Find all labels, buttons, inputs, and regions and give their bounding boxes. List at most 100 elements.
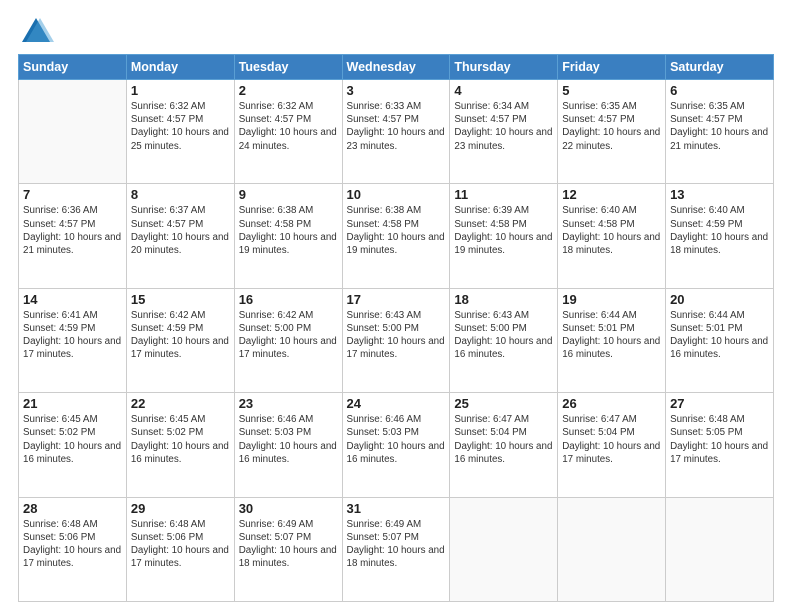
calendar-cell: [19, 80, 127, 184]
day-number: 3: [347, 83, 446, 98]
calendar-cell: 19 Sunrise: 6:44 AM Sunset: 5:01 PM Dayli…: [558, 288, 666, 392]
day-info: Sunrise: 6:48 AM Sunset: 5:05 PM Dayligh…: [670, 413, 769, 466]
day-number: 22: [131, 396, 230, 411]
calendar-cell: 6Sunrise: 6:35 AM Sunset: 4:57 PM Daylig…: [666, 80, 774, 184]
day-info: Sunrise: 6:35 AM Sunset: 4:57 PM Dayligh…: [562, 100, 661, 153]
day-info: Sunrise: 6:43 AM Sunset: 5:00 PM Dayligh…: [454, 309, 553, 362]
week-row-3: 14 Sunrise: 6:41 AM Sunset: 4:59 PM Dayli…: [19, 288, 774, 392]
day-info: Sunrise: 6:37 AM Sunset: 4:57 PM Dayligh…: [131, 204, 230, 257]
logo: [18, 14, 58, 50]
day-info: Sunrise: 6:43 AM Sunset: 5:00 PM Dayligh…: [347, 309, 446, 362]
calendar-cell: 13Sunrise: 6:40 AM Sunset: 4:59 PM Dayli…: [666, 184, 774, 288]
day-number: 21: [23, 396, 122, 411]
day-info: Sunrise: 6:41 AM Sunset: 4:59 PM Dayligh…: [23, 309, 122, 362]
day-info: Sunrise: 6:36 AM Sunset: 4:57 PM Dayligh…: [23, 204, 122, 257]
day-info: Sunrise: 6:35 AM Sunset: 4:57 PM Dayligh…: [670, 100, 769, 153]
weekday-header-wednesday: Wednesday: [342, 55, 450, 80]
day-number: 9: [239, 187, 338, 202]
day-number: 11: [454, 187, 553, 202]
calendar-table: SundayMondayTuesdayWednesdayThursdayFrid…: [18, 54, 774, 602]
day-info: Sunrise: 6:32 AM Sunset: 4:57 PM Dayligh…: [239, 100, 338, 153]
day-number: 14: [23, 292, 122, 307]
calendar-cell: 3Sunrise: 6:33 AM Sunset: 4:57 PM Daylig…: [342, 80, 450, 184]
day-number: 26: [562, 396, 661, 411]
day-info: Sunrise: 6:39 AM Sunset: 4:58 PM Dayligh…: [454, 204, 553, 257]
day-number: 23: [239, 396, 338, 411]
day-info: Sunrise: 6:40 AM Sunset: 4:58 PM Dayligh…: [562, 204, 661, 257]
calendar-cell: 22 Sunrise: 6:45 AM Sunset: 5:02 PM Dayli…: [126, 393, 234, 497]
week-row-2: 7Sunrise: 6:36 AM Sunset: 4:57 PM Daylig…: [19, 184, 774, 288]
day-info: Sunrise: 6:34 AM Sunset: 4:57 PM Dayligh…: [454, 100, 553, 153]
day-info: Sunrise: 6:45 AM Sunset: 5:02 PM Dayligh…: [131, 413, 230, 466]
day-info: Sunrise: 6:47 AM Sunset: 5:04 PM Dayligh…: [562, 413, 661, 466]
day-number: 24: [347, 396, 446, 411]
day-number: 20: [670, 292, 769, 307]
calendar-cell: 4 Sunrise: 6:34 AM Sunset: 4:57 PM Daylig…: [450, 80, 558, 184]
day-number: 27: [670, 396, 769, 411]
day-number: 30: [239, 501, 338, 516]
day-info: Sunrise: 6:38 AM Sunset: 4:58 PM Dayligh…: [347, 204, 446, 257]
day-number: 19: [562, 292, 661, 307]
page: SundayMondayTuesdayWednesdayThursdayFrid…: [0, 0, 792, 612]
day-info: Sunrise: 6:32 AM Sunset: 4:57 PM Dayligh…: [131, 100, 230, 153]
calendar-cell: 17 Sunrise: 6:43 AM Sunset: 5:00 PM Dayli…: [342, 288, 450, 392]
calendar-cell: 14 Sunrise: 6:41 AM Sunset: 4:59 PM Dayli…: [19, 288, 127, 392]
day-number: 12: [562, 187, 661, 202]
calendar-cell: 21 Sunrise: 6:45 AM Sunset: 5:02 PM Dayli…: [19, 393, 127, 497]
weekday-header-friday: Friday: [558, 55, 666, 80]
day-number: 15: [131, 292, 230, 307]
calendar-cell: 29Sunrise: 6:48 AM Sunset: 5:06 PM Dayli…: [126, 497, 234, 601]
day-info: Sunrise: 6:44 AM Sunset: 5:01 PM Dayligh…: [562, 309, 661, 362]
day-info: Sunrise: 6:45 AM Sunset: 5:02 PM Dayligh…: [23, 413, 122, 466]
calendar-cell: 31 Sunrise: 6:49 AM Sunset: 5:07 PM Dayli…: [342, 497, 450, 601]
day-info: Sunrise: 6:47 AM Sunset: 5:04 PM Dayligh…: [454, 413, 553, 466]
day-info: Sunrise: 6:46 AM Sunset: 5:03 PM Dayligh…: [239, 413, 338, 466]
calendar-cell: 24 Sunrise: 6:46 AM Sunset: 5:03 PM Dayli…: [342, 393, 450, 497]
calendar-cell: 20 Sunrise: 6:44 AM Sunset: 5:01 PM Dayli…: [666, 288, 774, 392]
day-info: Sunrise: 6:49 AM Sunset: 5:07 PM Dayligh…: [239, 518, 338, 571]
day-info: Sunrise: 6:44 AM Sunset: 5:01 PM Dayligh…: [670, 309, 769, 362]
calendar-cell: 30 Sunrise: 6:49 AM Sunset: 5:07 PM Dayli…: [234, 497, 342, 601]
day-number: 1: [131, 83, 230, 98]
logo-icon: [18, 14, 54, 50]
day-info: Sunrise: 6:49 AM Sunset: 5:07 PM Dayligh…: [347, 518, 446, 571]
calendar-cell: 2 Sunrise: 6:32 AM Sunset: 4:57 PM Daylig…: [234, 80, 342, 184]
calendar-cell: 5 Sunrise: 6:35 AM Sunset: 4:57 PM Daylig…: [558, 80, 666, 184]
weekday-header-thursday: Thursday: [450, 55, 558, 80]
calendar-cell: 8 Sunrise: 6:37 AM Sunset: 4:57 PM Daylig…: [126, 184, 234, 288]
day-info: Sunrise: 6:42 AM Sunset: 4:59 PM Dayligh…: [131, 309, 230, 362]
day-number: 10: [347, 187, 446, 202]
calendar-cell: 27 Sunrise: 6:48 AM Sunset: 5:05 PM Dayli…: [666, 393, 774, 497]
week-row-4: 21 Sunrise: 6:45 AM Sunset: 5:02 PM Dayli…: [19, 393, 774, 497]
day-number: 8: [131, 187, 230, 202]
day-number: 28: [23, 501, 122, 516]
day-info: Sunrise: 6:46 AM Sunset: 5:03 PM Dayligh…: [347, 413, 446, 466]
calendar-cell: 7Sunrise: 6:36 AM Sunset: 4:57 PM Daylig…: [19, 184, 127, 288]
day-number: 31: [347, 501, 446, 516]
day-number: 4: [454, 83, 553, 98]
calendar-cell: 1 Sunrise: 6:32 AM Sunset: 4:57 PM Daylig…: [126, 80, 234, 184]
calendar-cell: 26 Sunrise: 6:47 AM Sunset: 5:04 PM Dayli…: [558, 393, 666, 497]
calendar-cell: 25 Sunrise: 6:47 AM Sunset: 5:04 PM Dayli…: [450, 393, 558, 497]
day-number: 18: [454, 292, 553, 307]
weekday-header-saturday: Saturday: [666, 55, 774, 80]
day-number: 2: [239, 83, 338, 98]
calendar-cell: [558, 497, 666, 601]
day-info: Sunrise: 6:48 AM Sunset: 5:06 PM Dayligh…: [23, 518, 122, 571]
day-info: Sunrise: 6:38 AM Sunset: 4:58 PM Dayligh…: [239, 204, 338, 257]
day-number: 5: [562, 83, 661, 98]
calendar-cell: 28 Sunrise: 6:48 AM Sunset: 5:06 PM Dayli…: [19, 497, 127, 601]
weekday-header-row: SundayMondayTuesdayWednesdayThursdayFrid…: [19, 55, 774, 80]
day-number: 25: [454, 396, 553, 411]
day-number: 13: [670, 187, 769, 202]
weekday-header-sunday: Sunday: [19, 55, 127, 80]
weekday-header-monday: Monday: [126, 55, 234, 80]
calendar-cell: 9 Sunrise: 6:38 AM Sunset: 4:58 PM Daylig…: [234, 184, 342, 288]
calendar-cell: [666, 497, 774, 601]
calendar-cell: [450, 497, 558, 601]
week-row-1: 1 Sunrise: 6:32 AM Sunset: 4:57 PM Daylig…: [19, 80, 774, 184]
calendar-cell: 16Sunrise: 6:42 AM Sunset: 5:00 PM Dayli…: [234, 288, 342, 392]
calendar-cell: 12 Sunrise: 6:40 AM Sunset: 4:58 PM Dayli…: [558, 184, 666, 288]
day-number: 16: [239, 292, 338, 307]
day-number: 17: [347, 292, 446, 307]
